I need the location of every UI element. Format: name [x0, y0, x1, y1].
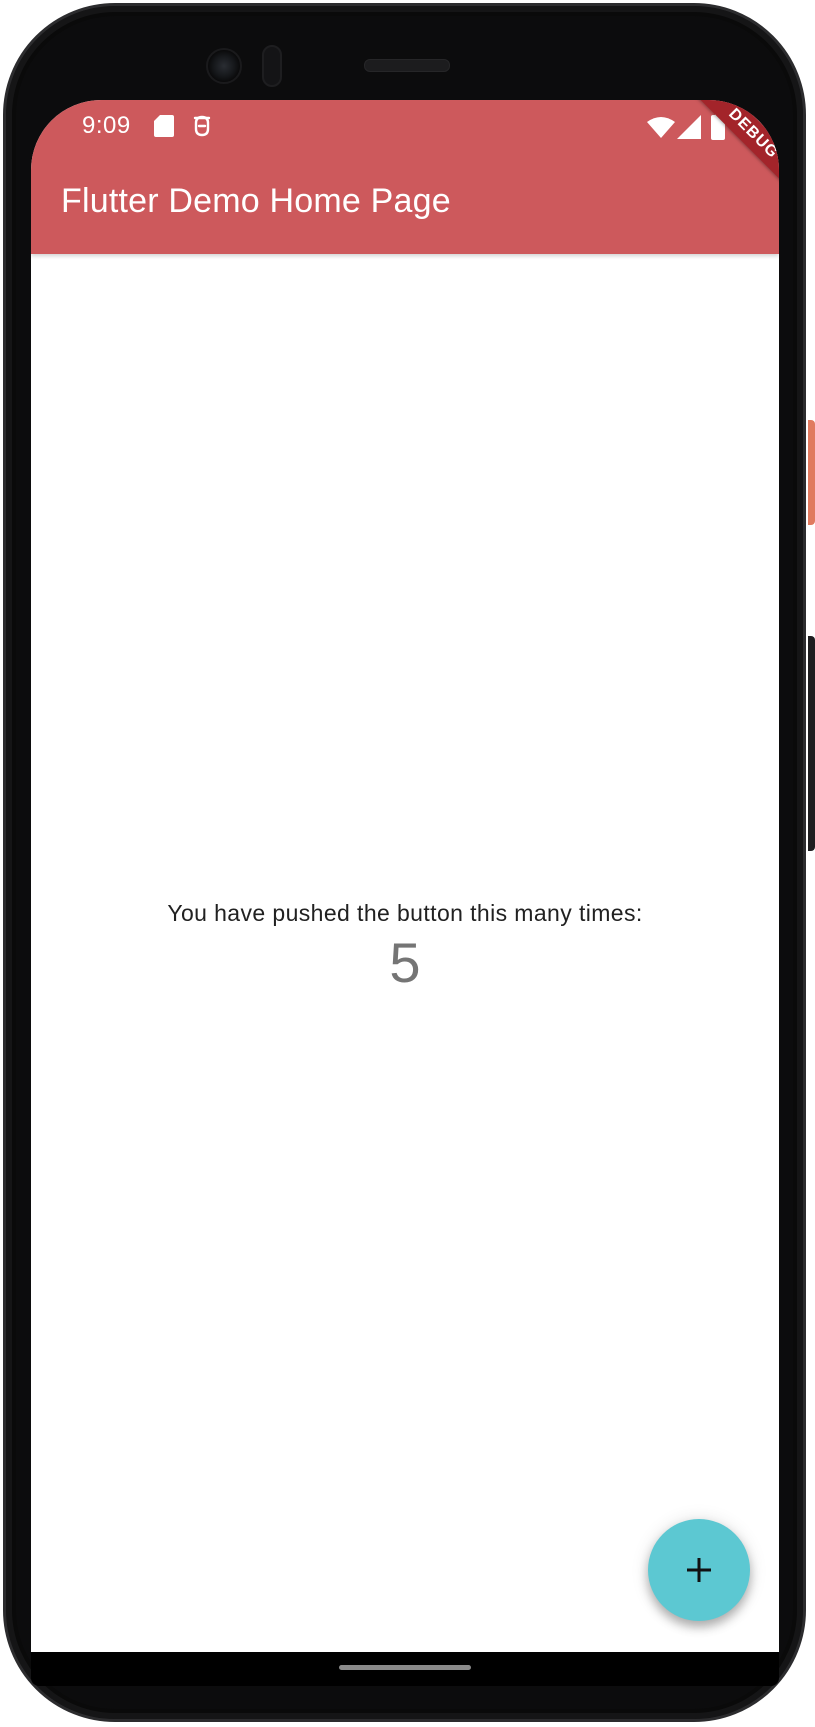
counter-label: You have pushed the button this many tim… [167, 900, 643, 926]
volume-rocker[interactable] [808, 636, 815, 851]
power-button[interactable] [808, 420, 815, 525]
home-indicator[interactable] [339, 1665, 471, 1670]
page-title: Flutter Demo Home Page [61, 182, 451, 220]
signal-icon [677, 115, 701, 139]
status-time: 9:09 [82, 112, 131, 139]
proximity-sensor-icon [262, 45, 282, 87]
app-bar: 9:09 Flutter Demo Home Page [31, 100, 779, 254]
debug-bug-icon [193, 115, 211, 137]
increment-button[interactable] [648, 1519, 750, 1621]
app-screen: 9:09 Flutter Demo Home Page DEBUG You ha… [31, 100, 779, 1652]
sd-card-icon [154, 115, 174, 137]
front-camera-icon [206, 48, 242, 84]
device-frame: 9:09 Flutter Demo Home Page DEBUG You ha… [0, 0, 815, 1727]
plus-icon [687, 1558, 711, 1582]
wifi-icon [647, 117, 675, 138]
earpiece-speaker [364, 59, 450, 72]
counter-value: 5 [389, 931, 421, 994]
status-bar: 9:09 [31, 100, 779, 156]
counter-section: You have pushed the button this many tim… [31, 900, 779, 997]
